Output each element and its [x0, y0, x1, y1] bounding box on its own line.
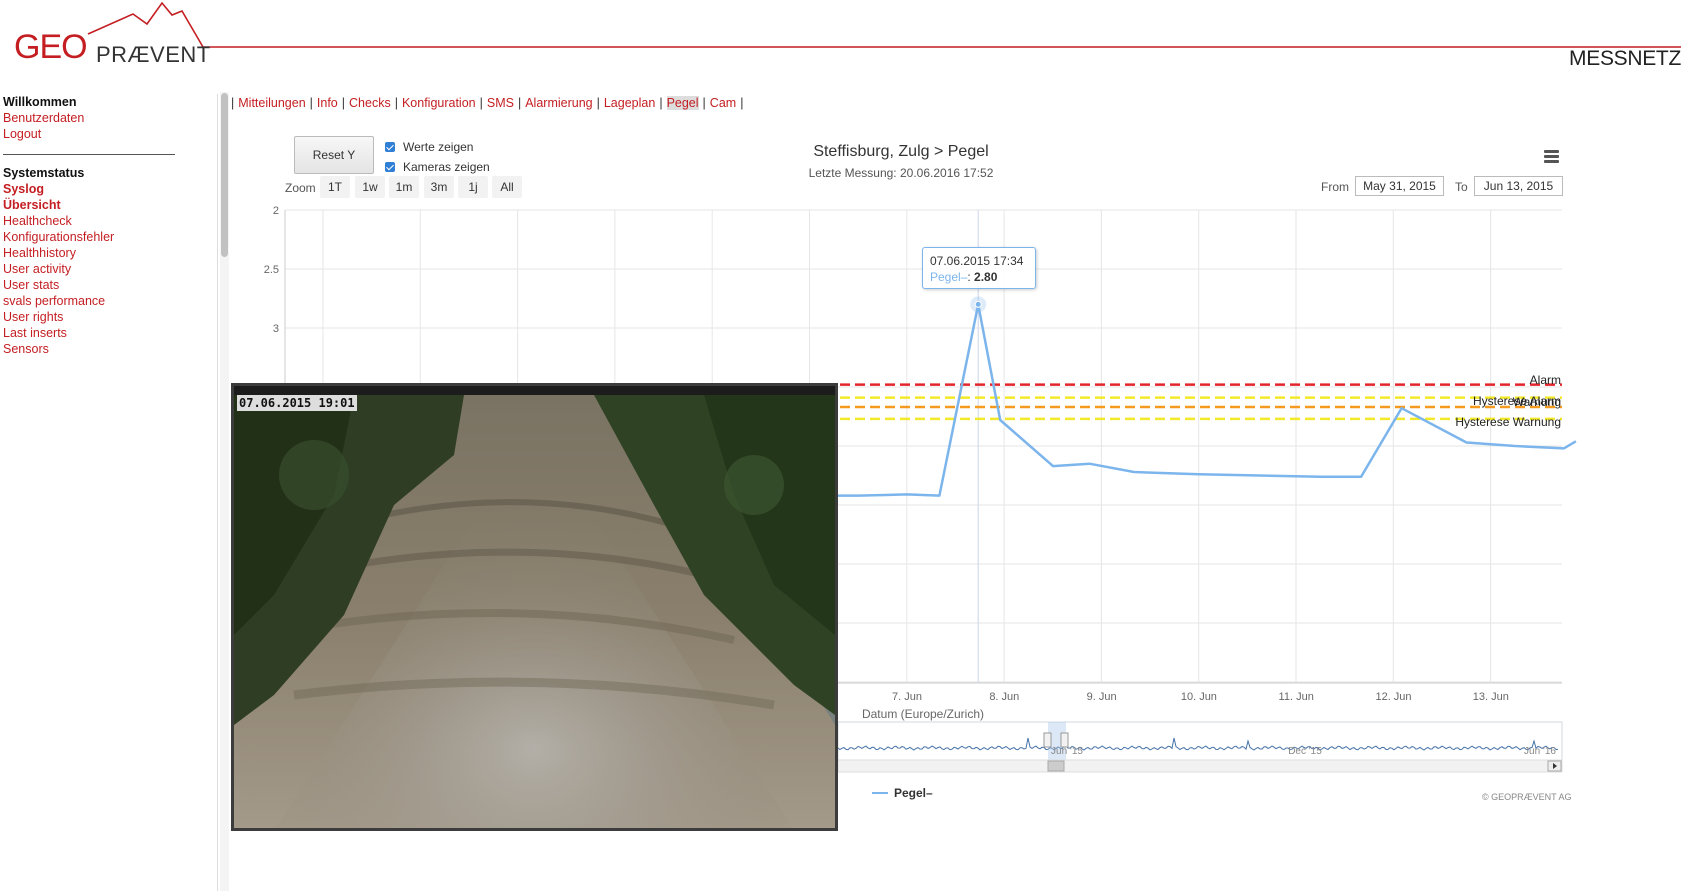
- x-tick-label: 13. Jun: [1473, 691, 1509, 703]
- navigator-scrollbar-thumb: [1047, 760, 1065, 772]
- credits[interactable]: © GEOPRÆVENT AG: [1482, 792, 1572, 802]
- legend-line-icon: [872, 792, 888, 794]
- camera-header-bar: [234, 386, 835, 395]
- x-tick-label: 10. Jun: [1181, 691, 1217, 703]
- series-line-pegel: [838, 303, 1577, 497]
- threshold-label-alarm: Alarm: [1529, 372, 1561, 387]
- x-tick-label: 8. Jun: [989, 691, 1019, 703]
- chart-tooltip: 07.06.2015 17:34 Pegel–: 2.80: [922, 247, 1036, 289]
- navigator-label: Jun '15: [1051, 746, 1083, 757]
- navigator-label: Jun '16: [1524, 746, 1556, 757]
- y-tick-label: 2: [273, 205, 279, 217]
- data-point-peak: [974, 300, 982, 308]
- threshold-label-hysterese-warnung: Hysterese Warnung: [1455, 414, 1561, 429]
- camera-image-overlay[interactable]: 07.06.2015 19:01: [231, 383, 838, 831]
- x-tick-label: 9. Jun: [1087, 691, 1117, 703]
- navigator-label: Dec '15: [1288, 746, 1322, 757]
- tooltip-series: Pegel–: [930, 270, 968, 284]
- x-tick-label: 12. Jun: [1375, 691, 1411, 703]
- x-tick-label: 11. Jun: [1279, 691, 1314, 703]
- y-tick-label: 3: [273, 323, 279, 335]
- river-camera-picture: [234, 395, 835, 828]
- navigator-scrollbar: [837, 759, 1563, 773]
- x-tick-label: 7. Jun: [892, 691, 922, 703]
- chart-legend-item[interactable]: Pegel–: [872, 786, 933, 800]
- x-axis-title: Datum (Europe/Zurich): [862, 707, 984, 721]
- tooltip-value: 2.80: [974, 270, 998, 284]
- threshold-label-warnung: Warnung: [1512, 395, 1561, 410]
- navigator-handle-left: [1043, 732, 1052, 748]
- camera-timestamp: 07.06.2015 19:01: [237, 395, 357, 411]
- legend-label: Pegel–: [894, 786, 933, 800]
- tooltip-date: 07.06.2015 17:34: [930, 254, 1024, 268]
- navigator-handle-right: [1060, 732, 1069, 748]
- navigator-frame: [837, 721, 1563, 761]
- y-tick-label: 2.5: [264, 264, 279, 276]
